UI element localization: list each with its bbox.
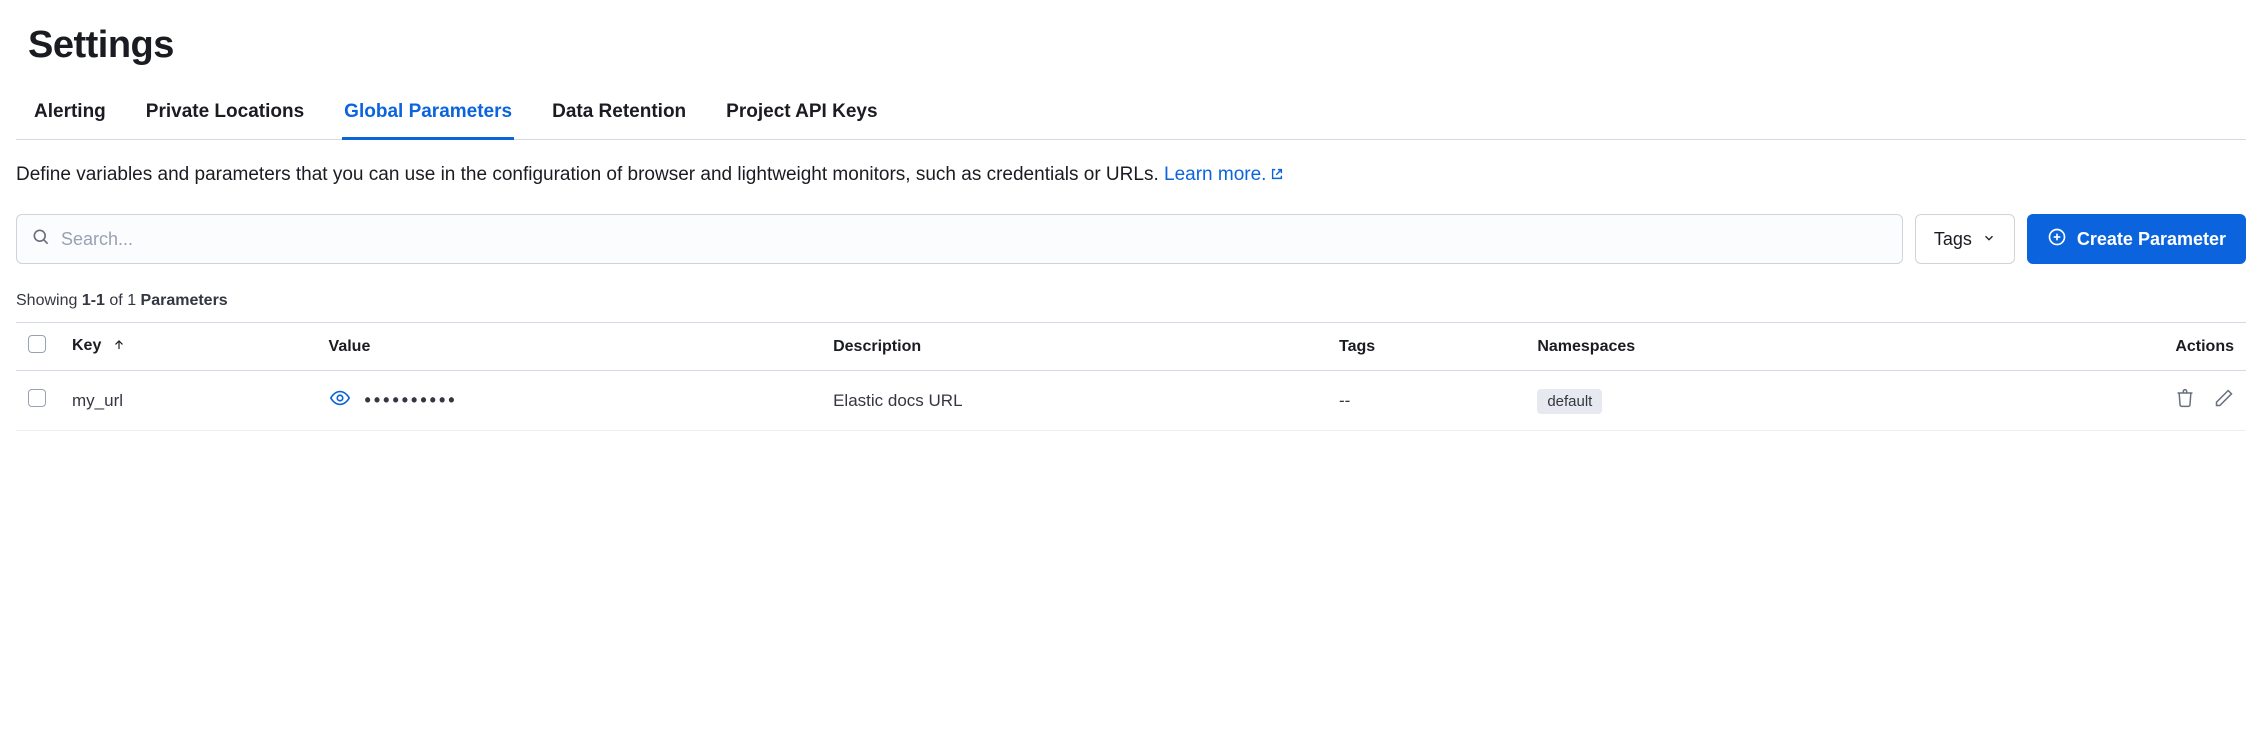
description-text: Define variables and parameters that you…: [16, 160, 2246, 190]
external-link-icon: [1270, 161, 1284, 190]
cell-description: Elastic docs URL: [821, 371, 1327, 431]
sort-asc-icon: [112, 338, 126, 357]
page-title: Settings: [28, 24, 2246, 67]
col-value[interactable]: Value: [317, 323, 822, 371]
search-field-wrap[interactable]: [16, 214, 1903, 264]
col-actions: Actions: [1927, 323, 2246, 371]
namespace-badge: default: [1537, 389, 1602, 414]
col-key[interactable]: Key: [60, 323, 317, 371]
cell-value: ••••••••••: [317, 371, 822, 431]
tab-project-api-keys[interactable]: Project API Keys: [724, 91, 879, 140]
col-key-label: Key: [72, 337, 101, 354]
create-button-label: Create Parameter: [2077, 229, 2226, 250]
masked-value: ••••••••••: [365, 390, 458, 411]
tabs-bar: Alerting Private Locations Global Parame…: [16, 91, 2246, 140]
create-parameter-button[interactable]: Create Parameter: [2027, 214, 2246, 264]
description-body: Define variables and parameters that you…: [16, 164, 1164, 185]
cell-namespaces: default: [1525, 371, 1927, 431]
learn-more-link[interactable]: Learn more.: [1164, 164, 1284, 185]
cell-actions: [1927, 371, 2246, 431]
edit-icon[interactable]: [2214, 388, 2234, 413]
tab-data-retention[interactable]: Data Retention: [550, 91, 688, 140]
reveal-value-icon[interactable]: [329, 387, 351, 414]
cell-tags: --: [1327, 371, 1525, 431]
results-count: Showing 1-1 of 1 Parameters: [16, 292, 2246, 310]
count-suffix: Parameters: [141, 292, 228, 309]
delete-icon[interactable]: [2175, 388, 2195, 413]
plus-circle-icon: [2047, 227, 2067, 252]
count-range: 1-1: [82, 292, 105, 309]
search-icon: [31, 227, 51, 252]
row-checkbox[interactable]: [28, 389, 46, 407]
parameters-table: Key Value Description Tags Namespaces Ac…: [16, 322, 2246, 431]
col-tags[interactable]: Tags: [1327, 323, 1525, 371]
toolbar: Tags Create Parameter: [16, 214, 2246, 264]
tags-button-label: Tags: [1934, 229, 1972, 250]
tab-private-locations[interactable]: Private Locations: [144, 91, 306, 140]
count-mid: of 1: [105, 292, 141, 309]
tags-filter-button[interactable]: Tags: [1915, 214, 2015, 264]
search-input[interactable]: [61, 229, 1888, 250]
col-description[interactable]: Description: [821, 323, 1327, 371]
learn-more-label: Learn more.: [1164, 164, 1266, 185]
chevron-down-icon: [1982, 229, 1996, 250]
cell-key: my_url: [60, 371, 317, 431]
col-checkbox: [16, 323, 60, 371]
select-all-checkbox[interactable]: [28, 335, 46, 353]
count-prefix: Showing: [16, 292, 82, 309]
tab-alerting[interactable]: Alerting: [32, 91, 108, 140]
table-row: my_url •••••••••• Elastic docs URL -- de…: [16, 371, 2246, 431]
tab-global-parameters[interactable]: Global Parameters: [342, 91, 514, 140]
col-namespaces[interactable]: Namespaces: [1525, 323, 1927, 371]
